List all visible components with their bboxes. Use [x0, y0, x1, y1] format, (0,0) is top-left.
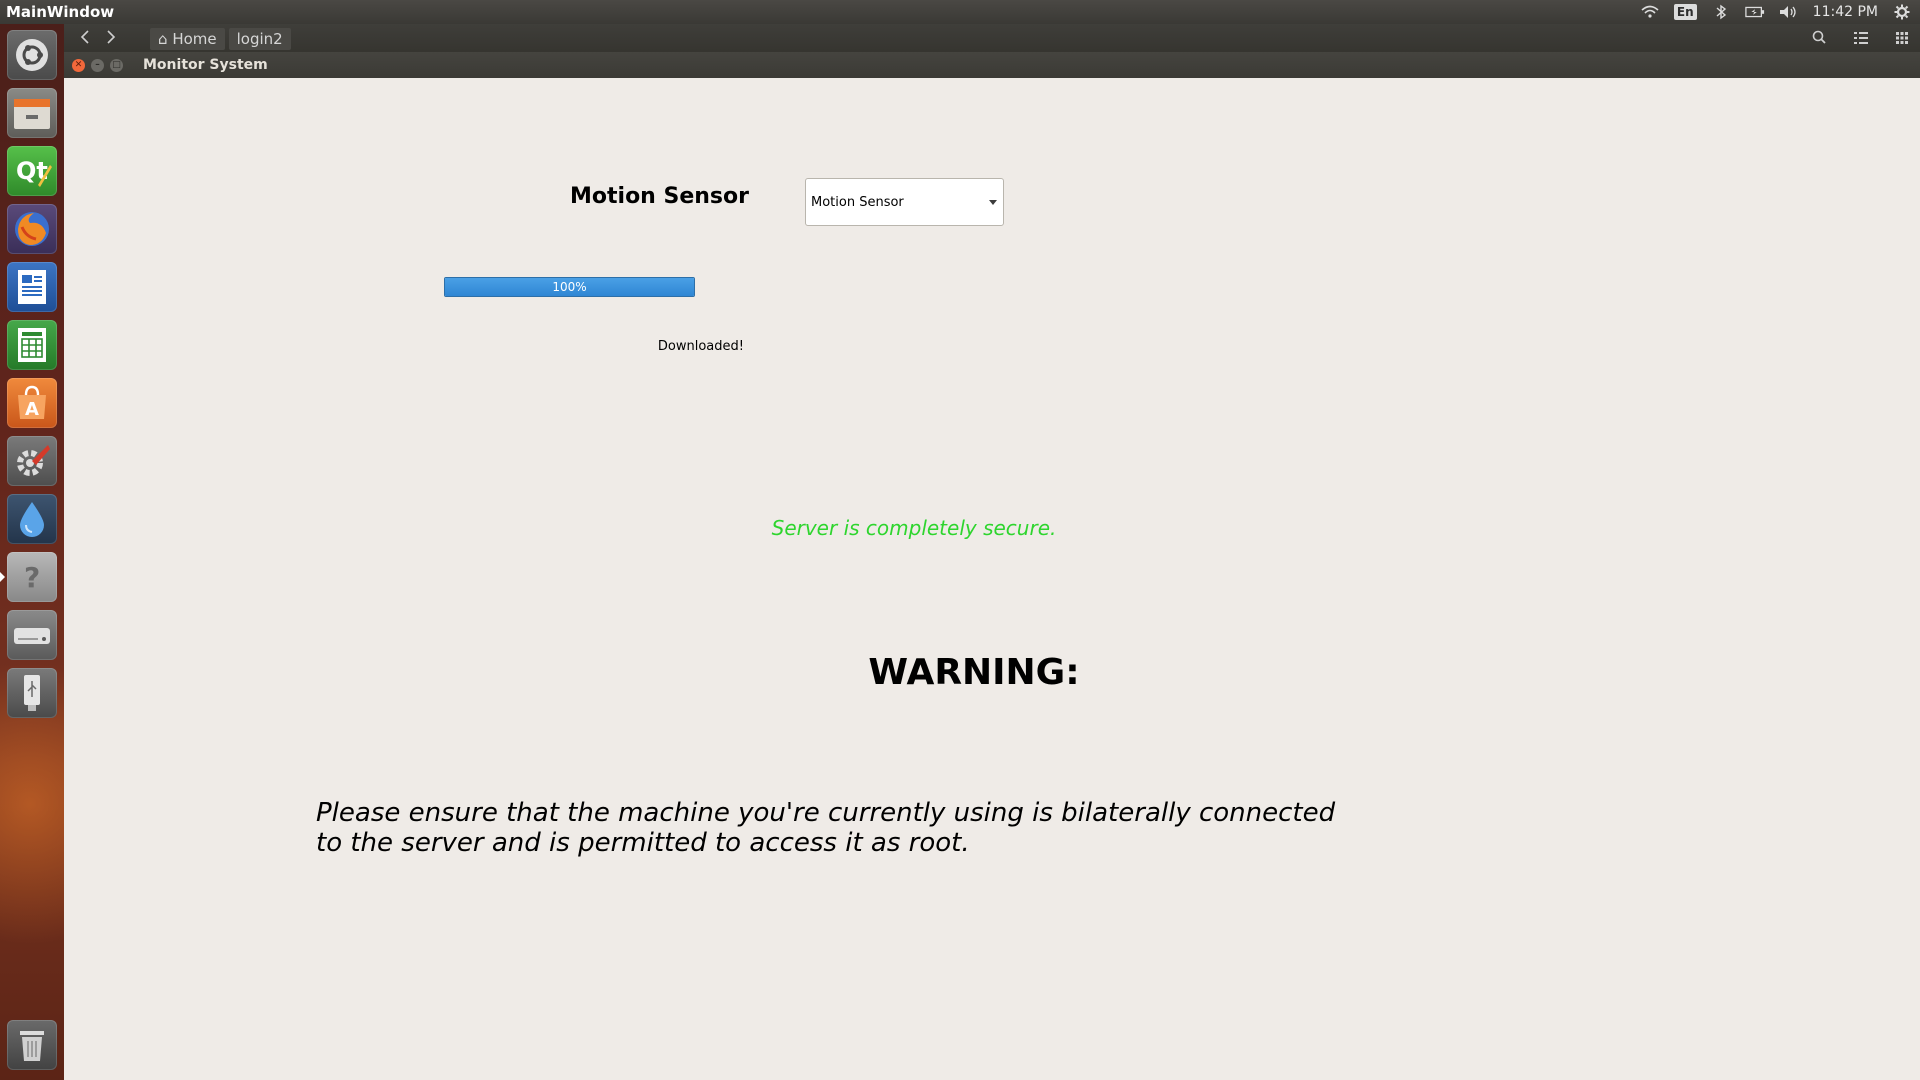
unity-launcher: Qt A ? [0, 24, 65, 1080]
top-panel: MainWindow En 11:42 PM [0, 0, 1920, 24]
minimize-icon: – [95, 60, 100, 70]
breadcrumb-home[interactable]: ⌂ Home [150, 28, 225, 50]
breadcrumb-login2[interactable]: login2 [228, 28, 291, 50]
usb-drive-icon[interactable] [7, 668, 57, 718]
writer-icon[interactable] [7, 262, 57, 312]
firefox-icon[interactable] [7, 204, 57, 254]
sensor-select[interactable]: Motion Sensor [805, 178, 1004, 226]
forward-arrow-icon[interactable] [106, 30, 116, 48]
disk-drive-icon[interactable] [7, 610, 57, 660]
sensor-select-value: Motion Sensor [811, 194, 904, 210]
trash-icon[interactable] [7, 1020, 57, 1070]
volume-icon[interactable] [1779, 2, 1799, 22]
svg-text:A: A [25, 399, 39, 420]
download-status: Downloaded! [657, 339, 744, 354]
secure-status-message: Server is completely secure. [771, 516, 1057, 540]
close-window-button[interactable]: ✕ [72, 58, 85, 72]
grid-view-icon[interactable] [1896, 30, 1908, 48]
active-window-indicator [0, 572, 5, 582]
background-file-manager-toolbar: ⌂ Home login2 [64, 24, 1920, 54]
back-arrow-icon[interactable] [80, 30, 90, 48]
breadcrumb: ⌂ Home login2 [150, 28, 291, 50]
software-center-icon[interactable]: A [7, 378, 57, 428]
qt-creator-icon[interactable]: Qt [7, 146, 57, 196]
keyboard-language-indicator[interactable]: En [1673, 4, 1697, 20]
water-drop-icon[interactable] [7, 494, 57, 544]
search-icon[interactable] [1812, 30, 1826, 48]
settings-gear-icon[interactable] [1892, 2, 1912, 22]
maximize-window-button[interactable]: □ [110, 58, 123, 72]
home-icon: ⌂ [158, 30, 168, 48]
wifi-icon[interactable] [1640, 2, 1660, 22]
files-icon[interactable] [7, 88, 57, 138]
bluetooth-icon[interactable] [1711, 2, 1731, 22]
window-title: Monitor System [143, 57, 268, 73]
clock[interactable]: 11:42 PM [1813, 4, 1878, 20]
dropdown-arrow-icon [989, 200, 997, 205]
warning-message-line-2: to the server and is permitted to access… [316, 828, 970, 858]
minimize-window-button[interactable]: – [91, 58, 104, 72]
svg-text:?: ? [24, 561, 40, 594]
window-title-bar[interactable]: ✕ – □ Monitor System [64, 52, 1920, 78]
monitor-system-window-content: Motion Sensor Motion Sensor 100% Downloa… [64, 78, 1920, 1080]
sensor-heading: Motion Sensor [570, 184, 749, 209]
system-tray: En 11:42 PM [1640, 0, 1920, 24]
ubuntu-dash-icon[interactable] [7, 30, 57, 80]
warning-message-line-1: Please ensure that the machine you're cu… [316, 798, 1336, 828]
battery-icon[interactable] [1744, 2, 1765, 22]
app-menu-title[interactable]: MainWindow [6, 3, 114, 21]
close-icon: ✕ [74, 60, 83, 70]
breadcrumb-home-label: Home [172, 30, 217, 48]
warning-message: Please ensure that the machine you're cu… [316, 798, 1416, 858]
list-view-icon[interactable] [1854, 30, 1868, 48]
help-icon[interactable]: ? [7, 552, 57, 602]
download-progress-bar: 100% [444, 277, 695, 297]
system-settings-icon[interactable] [7, 436, 57, 486]
warning-title: WARNING: [868, 652, 1080, 693]
calc-icon[interactable] [7, 320, 57, 370]
progress-label: 100% [552, 280, 587, 294]
maximize-icon: □ [112, 60, 121, 70]
